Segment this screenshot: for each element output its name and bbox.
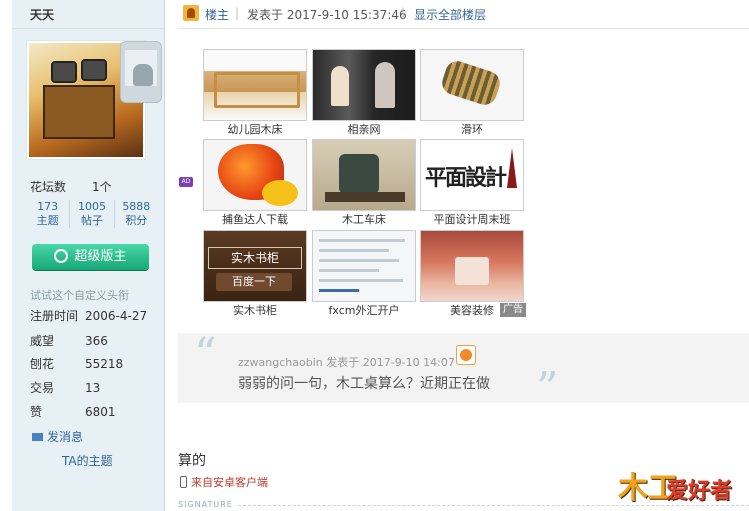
divider (12, 28, 164, 29)
info-register-date: 注册时间 2006-4-27 (30, 307, 147, 324)
ad-caption[interactable]: 捕鱼达人下载 (203, 211, 307, 227)
custom-title: 试试这个自定义头衔 (30, 289, 129, 302)
ad-thumb-slip-ring[interactable] (420, 49, 524, 121)
ad-caption[interactable]: 木工车床 (312, 211, 416, 227)
reply-text: 算的 (178, 453, 206, 469)
stat-topics[interactable]: 173 主题 (26, 200, 71, 228)
stat-posts[interactable]: 1005 帖子 (70, 200, 115, 228)
ad-label: 广告 (500, 303, 526, 317)
info-key: 赞 (30, 405, 43, 419)
forum-count-value: 1个 (92, 180, 112, 194)
logo-part2: 爱好者 (666, 479, 733, 504)
avatar[interactable] (26, 40, 162, 160)
stat-posts-num: 1005 (77, 200, 106, 213)
super-moderator-label: 超级版主 (74, 249, 127, 264)
forum-count-label: 花坛数 (30, 180, 67, 194)
robot-eye-right (81, 59, 107, 81)
user-sidebar: 天天 花坛数 1个 173 主题 1005 帖子 5888 积分 超级版主 试试这个自定… (12, 0, 165, 511)
their-topics-link[interactable]: TA的主题 (62, 452, 113, 469)
quote-meta: zzwangchaobin 发表于 2017-9-10 14:07 (238, 354, 455, 370)
screen-line (319, 279, 403, 282)
separator: | (401, 6, 406, 20)
moderator-icon (54, 249, 69, 263)
info-trades: 交易 13 (30, 379, 100, 396)
send-message-link[interactable]: 发消息 (32, 428, 83, 445)
stat-points[interactable]: 5888 积分 (115, 200, 158, 228)
ad-thumb-forex[interactable] (312, 230, 416, 302)
ad-thumb-wooden-bed[interactable] (203, 49, 307, 121)
baidu-search-art: 百度一下 (216, 273, 292, 291)
site-logo[interactable]: 木工 爱好者 (614, 463, 744, 507)
ad-caption[interactable]: 实木书柜 (203, 302, 307, 318)
ad-thumb-fish-game[interactable] (203, 139, 307, 211)
thread-owner-icon (183, 5, 199, 21)
stat-posts-label: 帖子 (80, 214, 103, 227)
ad-caption[interactable]: 相亲网 (312, 121, 416, 137)
quote-author[interactable]: zzwangchaobin (238, 356, 323, 369)
screen-line (319, 239, 405, 242)
ad-caption[interactable]: 平面设计周末班 (420, 211, 524, 227)
screen-button (319, 289, 359, 292)
ad-caption[interactable]: 幼儿园木床 (203, 121, 307, 137)
screen-line (319, 249, 389, 252)
info-key: 刨花 (30, 357, 55, 371)
ad-thumb-beauty-salon[interactable] (420, 230, 524, 302)
stat-topics-label: 主题 (36, 214, 59, 227)
ad-thumb-graphic-design[interactable]: 平面設計 (420, 139, 524, 211)
open-quote-icon: “ (194, 329, 217, 380)
post-time: 发表于 2017-9-10 15:37:46 (247, 8, 407, 22)
go-to-post-icon[interactable] (456, 345, 476, 365)
android-screen (125, 50, 157, 86)
bookcase-art-title: 实木书柜 (208, 247, 302, 269)
post-header: 楼主 | 发表于 2017-9-10 15:37:46 | 显示全部楼层 (178, 0, 749, 28)
stat-points-label: 积分 (125, 214, 148, 227)
super-moderator-badge[interactable]: 超级版主 (32, 244, 149, 270)
close-quote-icon: ” (536, 363, 559, 414)
screen-line (319, 259, 399, 262)
from-mobile-label: 来自安卓客户端 (191, 476, 268, 489)
quote-time: 发表于 2017-9-10 14:07 (326, 356, 455, 369)
info-prestige: 威望 366 (30, 332, 108, 349)
show-all-floors-link[interactable]: 显示全部楼层 (414, 6, 486, 23)
thread-owner-label: 楼主 (205, 8, 230, 22)
forum-count: 花坛数 1个 (30, 178, 112, 195)
stat-points-num: 5888 (122, 200, 151, 213)
screen-line (319, 269, 379, 272)
info-value: 55218 (85, 357, 124, 371)
quote-text: 弱弱的问一句，木工桌算么？近期正在做 (238, 376, 490, 392)
compass-icon (507, 148, 517, 188)
robot-eye-left (51, 61, 77, 83)
header-divider (178, 28, 749, 29)
envelope-icon (32, 433, 43, 441)
user-stats: 173 主题 1005 帖子 5888 积分 (26, 200, 158, 228)
stat-topics-num: 173 (37, 200, 59, 213)
info-shavings: 刨花 55218 (30, 355, 123, 372)
quote-block: “ zzwangchaobin 发表于 2017-9-10 14:07 弱弱的问… (178, 329, 749, 414)
ad-thumb-bookcase[interactable]: 实木书柜 百度一下 (203, 230, 307, 302)
info-key: 注册时间 (30, 309, 79, 323)
android-robot-icon (133, 64, 153, 86)
info-value: 2006-4-27 (85, 309, 148, 323)
phone-icon (180, 476, 187, 488)
ad-thumb-dating[interactable] (312, 49, 416, 121)
ad-thumb-wood-lathe[interactable] (312, 139, 416, 211)
info-key: 威望 (30, 334, 55, 348)
info-value: 13 (85, 381, 101, 395)
android-phone-icon (120, 41, 162, 103)
info-likes: 赞 6801 (30, 403, 116, 420)
robot-body (43, 85, 115, 139)
send-message-label: 发消息 (47, 430, 84, 444)
info-value: 6801 (85, 405, 116, 419)
separator: | (235, 6, 240, 20)
username[interactable]: 天天 (30, 6, 54, 23)
ad-badge-icon: AD (179, 177, 193, 187)
info-key: 交易 (30, 381, 55, 395)
info-value: 366 (85, 334, 108, 348)
from-mobile-link[interactable]: 来自安卓客户端 (180, 474, 268, 490)
ad-caption[interactable]: 滑环 (420, 121, 524, 137)
ad-caption[interactable]: fxcm外汇开户 (312, 302, 416, 318)
signature-label: SIGNATURE (178, 500, 233, 509)
design-art-text: 平面設計 (425, 165, 507, 191)
